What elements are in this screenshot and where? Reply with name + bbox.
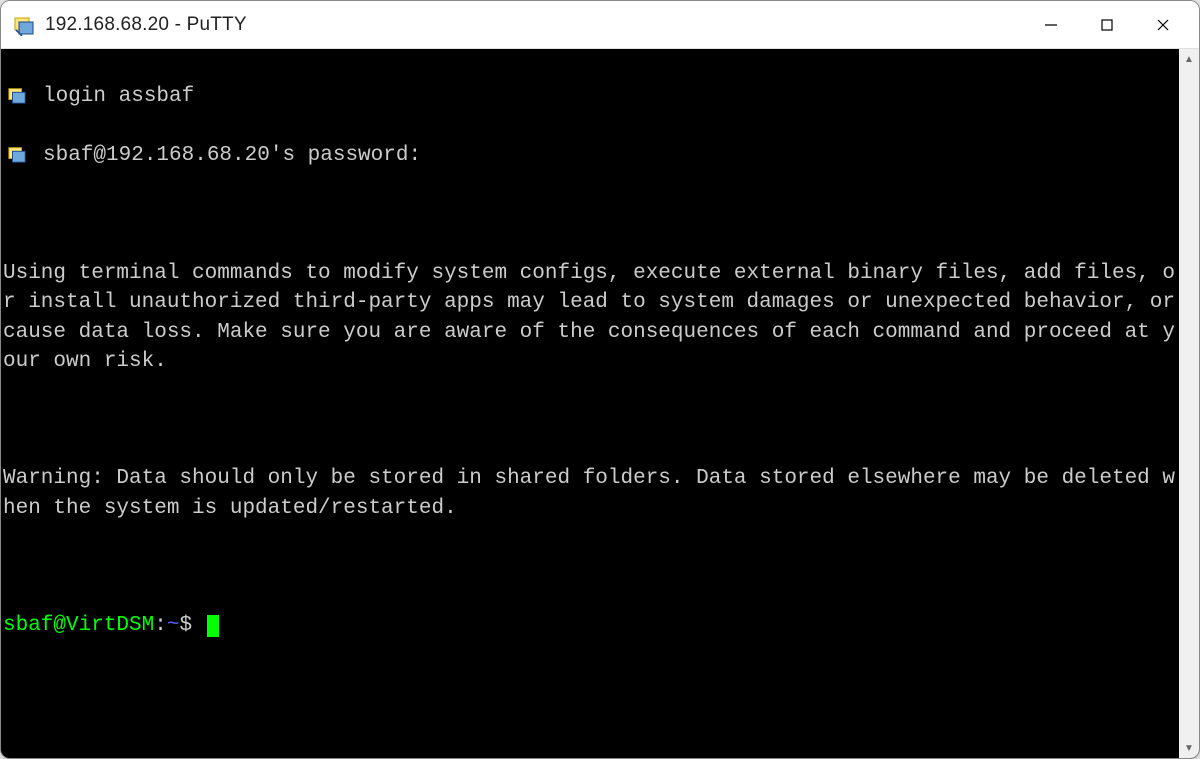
putty-icon [7,144,27,164]
terminal-line: sbaf@192.168.68.20's password: [3,141,1177,170]
prompt-colon: : [154,614,167,637]
terminal-container: login assbaf sbaf@192.168.68.20's passwo… [1,49,1199,758]
prompt-line: sbaf@VirtDSM:~$ [3,611,1177,640]
window-controls [1023,3,1191,47]
prompt-path: ~ [167,614,180,637]
terminal-line: login assbaf [3,82,1177,111]
warning-text-2: Warning: Data should only be stored in s… [3,464,1177,523]
putty-icon [7,85,27,105]
terminal-blank-line [3,553,1177,582]
login-text: login assbaf [43,85,194,108]
terminal-output[interactable]: login assbaf sbaf@192.168.68.20's passwo… [1,49,1179,758]
scrollbar[interactable]: ▲ ▼ [1179,49,1199,758]
close-button[interactable] [1135,3,1191,47]
maximize-button[interactable] [1079,3,1135,47]
minimize-button[interactable] [1023,3,1079,47]
warning-text-1: Using terminal commands to modify system… [3,259,1177,377]
password-text: sbaf@192.168.68.20's password: [43,144,421,167]
putty-icon [13,14,35,36]
prompt-dollar: $ [179,614,204,637]
window-title: 192.168.68.20 - PuTTY [45,14,1023,36]
prompt-user-host: sbaf@VirtDSM [3,614,154,637]
terminal-blank-line [3,406,1177,435]
titlebar: 192.168.68.20 - PuTTY [1,1,1199,49]
terminal-cursor [207,615,219,637]
terminal-blank-line [3,200,1177,229]
putty-window: 192.168.68.20 - PuTTY login assbaf sbaf@… [0,0,1200,759]
scroll-up-icon[interactable]: ▲ [1179,49,1199,69]
scroll-down-icon[interactable]: ▼ [1179,738,1199,758]
